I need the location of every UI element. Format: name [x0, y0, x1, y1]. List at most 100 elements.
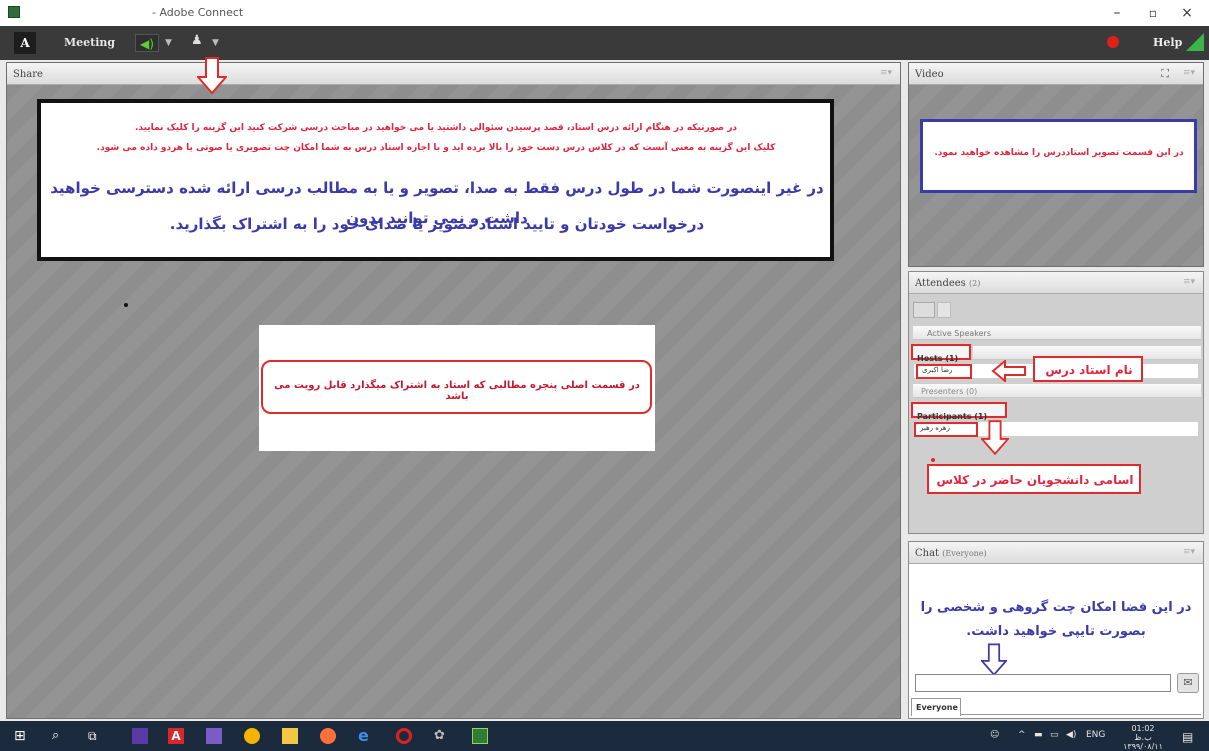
video-notice-text: در این قسمت تصویر استاددرس را مشاهده خوا… [934, 148, 1184, 158]
app-icon-violet[interactable] [206, 728, 222, 744]
students-list-label: اسامی دانشجویان حاضر در کلاس [936, 473, 1134, 487]
app-icon-purple[interactable] [132, 728, 148, 744]
help-menu[interactable]: Help [1153, 36, 1182, 49]
battery-icon[interactable]: ▭ [1050, 730, 1059, 740]
chat-tab-everyone[interactable]: Everyone [911, 698, 961, 716]
speaker-dropdown-chevron-icon[interactable]: ▼ [165, 38, 172, 48]
attendee-list-view-icon[interactable] [913, 302, 935, 318]
raise-hand-icon[interactable]: ♟ [191, 33, 203, 48]
firefox-icon[interactable] [320, 728, 336, 744]
cursor-dot [124, 303, 128, 307]
attendees-options-icon[interactable]: ≡▾ [1183, 277, 1195, 287]
acrobat-icon[interactable]: A [168, 728, 184, 744]
chrome-icon[interactable] [244, 728, 260, 744]
video-pod: Video ⛶ ≡▾ در این قسمت تصویر استاددرس را… [908, 62, 1204, 267]
host-name-highlight: رضا اکبری [916, 364, 972, 379]
search-icon[interactable]: ⌕ [52, 728, 68, 744]
presenters-label: Presenters (0) [921, 387, 978, 396]
window-title: - Adobe Connect [152, 6, 244, 19]
adobe-logo-icon: A [14, 32, 36, 54]
video-notice-box: در این قسمت تصویر استاددرس را مشاهده خوا… [920, 119, 1197, 193]
participants-label: Participants (1) [917, 412, 988, 421]
attendee-count: (2) [969, 279, 981, 288]
students-list-label-box: اسامی دانشجویان حاضر در کلاس [927, 464, 1141, 494]
window-title-bar: - Adobe Connect – ▫ × [0, 0, 1209, 26]
notice-line-4: درخواست خودتان و تایید استاد تصویر یا صد… [169, 215, 705, 233]
notice-line-2: کلیک این گزینه به معنی آنست که در کلاس د… [96, 143, 776, 153]
adobe-connect-taskbar-icon[interactable] [472, 728, 488, 744]
down-arrow-icon [197, 57, 227, 95]
attendee-grid-view-icon[interactable] [937, 302, 951, 318]
teacher-name-label: نام استاد درس [1045, 363, 1133, 377]
cursor-dot [931, 458, 935, 462]
participant-list-item[interactable]: زهره رهبر [913, 421, 1199, 437]
attendees-pod-header: Attendees (2) ≡▾ [909, 272, 1203, 294]
network-icon[interactable]: ▬ [1034, 730, 1043, 740]
app-icon-gray[interactable]: ✿ [434, 728, 450, 744]
chat-pod: Chat (Everyone) ≡▾ در این فضا امکان چت گ… [908, 541, 1204, 719]
windows-taskbar: ⊞ ⌕ ⧉ A e ✿ ☺ ^ ▬ ▭ ◀) ENG 01:02 ب.ظ ۱۳۹… [0, 721, 1209, 751]
active-speakers-row: Active Speakers [913, 326, 1201, 340]
down-arrow-icon [981, 420, 1009, 456]
minimize-button[interactable]: – [1100, 3, 1134, 23]
close-button[interactable]: × [1170, 3, 1204, 23]
menu-bar: A Meeting ◀) ▼ ♟ ▼ Help [0, 26, 1209, 60]
clock[interactable]: 01:02 ب.ظ ۱۳۹۹/۰۸/۱۱ [1122, 724, 1164, 751]
chat-options-icon[interactable]: ≡▾ [1183, 547, 1195, 557]
chat-notice-line-1: در این فضا امکان چت گروهی و شخصی را [920, 600, 1192, 615]
attendees-pod: Attendees (2) ≡▾ Active Speakers Hosts (… [908, 271, 1204, 534]
chat-tab-label: Everyone [916, 703, 958, 712]
windows-start-icon[interactable]: ⊞ [14, 728, 30, 744]
fullscreen-icon[interactable]: ⛶ [1161, 67, 1169, 81]
task-view-icon[interactable]: ⧉ [88, 728, 104, 744]
video-pod-title: Video [915, 69, 944, 80]
speaker-icon[interactable]: ◀) [135, 34, 159, 52]
chat-message-input[interactable] [915, 674, 1171, 692]
file-explorer-icon[interactable] [282, 728, 298, 744]
people-icon[interactable]: ☺ [990, 730, 999, 740]
connection-signal-icon [1186, 33, 1204, 51]
maximize-button[interactable]: ▫ [1136, 3, 1170, 23]
participant-name: زهره رهبر [920, 424, 950, 432]
notification-icon[interactable]: ▤ [1182, 730, 1193, 744]
hosts-label: Hosts (1) [917, 354, 959, 363]
down-arrow-icon [981, 643, 1007, 677]
shared-content-area: در قسمت اصلی پنجره مطالبی که استاد به اش… [259, 325, 655, 451]
recording-indicator-icon [1107, 36, 1119, 48]
language-indicator[interactable]: ENG [1086, 730, 1105, 740]
share-pod-header: Share ≡▾ [7, 63, 900, 85]
video-options-icon[interactable]: ≡▾ [1183, 68, 1195, 78]
volume-icon[interactable]: ◀) [1066, 730, 1076, 740]
left-arrow-icon [991, 360, 1026, 382]
chat-pod-title: Chat [915, 548, 940, 559]
participants-group-header[interactable]: Participants (1) [911, 402, 1007, 421]
pod-options-icon[interactable]: ≡▾ [880, 68, 892, 78]
clock-time: 01:02 ب.ظ [1131, 724, 1155, 742]
chat-notice-line-2: بصورت تایپی خواهید داشت. [966, 624, 1146, 639]
video-pod-header: Video ⛶ ≡▾ [909, 63, 1203, 85]
status-dropdown-chevron-icon[interactable]: ▼ [212, 38, 219, 48]
meeting-menu[interactable]: Meeting [64, 36, 115, 49]
active-speakers-label: Active Speakers [927, 329, 991, 338]
attendees-pod-title: Attendees [915, 278, 966, 289]
chat-tab-divider [961, 714, 1201, 715]
shared-content-notice: در قسمت اصلی پنجره مطالبی که استاد به اش… [261, 360, 652, 414]
notice-line-1: در صورتیکه در هنگام ارائه درس استاد، قصد… [134, 123, 738, 133]
participant-name-highlight: زهره رهبر [914, 422, 978, 437]
center-notice-text: در قسمت اصلی پنجره مطالبی که استاد به اش… [274, 380, 640, 402]
share-pod: Share ≡▾ در صورتیکه در هنگام ارائه درس ا… [6, 57, 901, 719]
clock-date: ۱۳۹۹/۰۸/۱۱ [1123, 742, 1163, 751]
hosts-group-header[interactable]: Hosts (1) [911, 344, 971, 363]
chat-pod-header: Chat (Everyone) ≡▾ [909, 542, 1203, 564]
instruction-notice-box: در صورتیکه در هنگام ارائه درس استاد، قصد… [37, 99, 834, 261]
tray-chevron-icon[interactable]: ^ [1018, 730, 1026, 740]
presenters-group-header[interactable]: Presenters (0) [913, 384, 1201, 398]
edge-icon[interactable]: e [358, 728, 374, 744]
app-icon [8, 6, 20, 18]
teacher-name-label-box: نام استاد درس [1033, 356, 1143, 382]
share-pod-title: Share [13, 69, 43, 80]
opera-icon[interactable] [396, 728, 412, 744]
host-name: رضا اکبری [922, 366, 953, 374]
send-message-icon[interactable]: ✉ [1177, 673, 1199, 693]
chat-scope-label: (Everyone) [942, 549, 987, 558]
